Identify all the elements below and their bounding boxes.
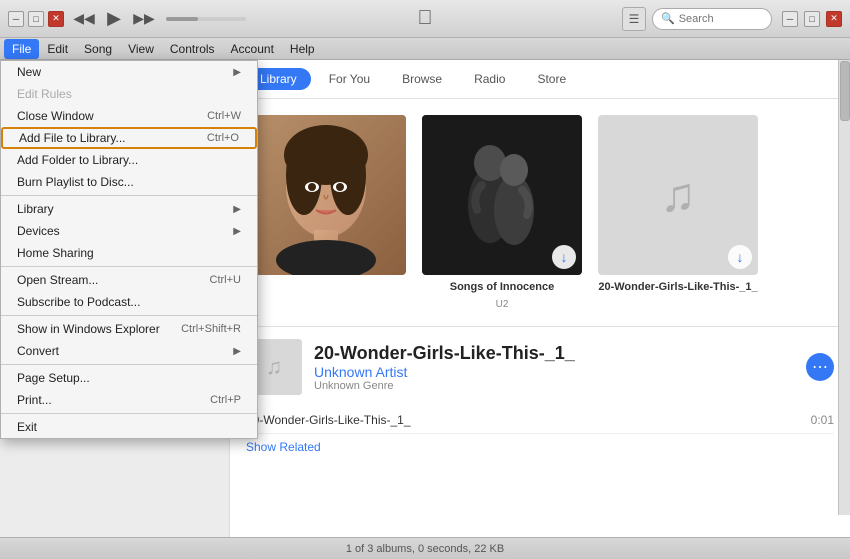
menu-close-window[interactable]: Close Window Ctrl+W — [1, 105, 257, 127]
album-art-u2: ↓ — [422, 115, 582, 275]
forward-button[interactable]: ▶▶ — [132, 7, 156, 31]
now-playing-music-icon: ♫ — [266, 354, 283, 380]
menu-print[interactable]: Print... Ctrl+P — [1, 389, 257, 411]
menu-open-stream[interactable]: Open Stream... Ctrl+U — [1, 269, 257, 291]
menu-add-folder[interactable]: Add Folder to Library... — [1, 149, 257, 171]
now-playing-section: ♫ 20-Wonder-Girls-Like-This-_1_ Unknown … — [230, 326, 850, 407]
now-playing-genre: Unknown Genre — [314, 380, 794, 392]
search-icon: 🔍 — [661, 12, 675, 25]
menu-edit[interactable]: Edit — [39, 39, 76, 59]
win-maximize-button[interactable]: □ — [804, 11, 820, 27]
status-bar: 1 of 3 albums, 0 seconds, 22 KB — [0, 537, 850, 559]
file-dropdown-menu: New ▶ Edit Rules Close Window Ctrl+W Add… — [0, 60, 258, 439]
now-playing-title: 20-Wonder-Girls-Like-This-_1_ — [314, 343, 794, 364]
menu-edit-rules: Edit Rules — [1, 83, 257, 105]
tab-store[interactable]: Store — [523, 68, 580, 90]
maximize-button[interactable]: □ — [28, 11, 44, 27]
title-bar: ─ □ ✕ ◀◀ ▶ ▶▶  ☰ 🔍 ─ □ ✕ — [0, 0, 850, 38]
arrow-right-icon: ▶ — [233, 67, 241, 78]
playback-controls: ◀◀ ▶ ▶▶ — [72, 7, 250, 31]
separator-3 — [1, 315, 257, 316]
menu-file[interactable]: File — [4, 39, 39, 59]
menu-view[interactable]: View — [120, 39, 162, 59]
more-options-button[interactable]: ⋯ — [806, 353, 834, 381]
menu-page-setup[interactable]: Page Setup... — [1, 367, 257, 389]
album-card-wonder[interactable]: ♫ ↓ 20-Wonder-Girls-Like-This-_1_ — [598, 115, 758, 310]
now-playing-info: 20-Wonder-Girls-Like-This-_1_ Unknown Ar… — [314, 343, 794, 392]
menu-song[interactable]: Song — [76, 39, 120, 59]
window-controls: ─ □ ✕ — [8, 11, 64, 27]
tab-browse[interactable]: Browse — [388, 68, 456, 90]
status-text: 1 of 3 albums, 0 seconds, 22 KB — [346, 543, 504, 555]
rewind-button[interactable]: ◀◀ — [72, 7, 96, 31]
menu-account[interactable]: Account — [223, 39, 282, 59]
separator-2 — [1, 266, 257, 267]
menu-show-explorer[interactable]: Show in Windows Explorer Ctrl+Shift+R — [1, 318, 257, 340]
album-art-wonder: ♫ ↓ — [598, 115, 758, 275]
separator-4 — [1, 364, 257, 365]
arrow-right-icon-2: ▶ — [233, 204, 241, 215]
menu-add-file[interactable]: Add File to Library... Ctrl+O — [1, 127, 257, 149]
wonder-download-button[interactable]: ↓ — [728, 245, 752, 269]
nav-tabs: Library For You Browse Radio Store — [230, 60, 850, 99]
song-row[interactable]: 20-Wonder-Girls-Like-This-_1_ 0:01 — [246, 407, 834, 434]
song-duration: 0:01 — [811, 413, 834, 427]
adele-face-svg — [246, 115, 406, 275]
song-list: 20-Wonder-Girls-Like-This-_1_ 0:01 — [230, 407, 850, 434]
content-area: Library For You Browse Radio Store — [230, 60, 850, 537]
menu-exit[interactable]: Exit — [1, 416, 257, 438]
menu-convert[interactable]: Convert ▶ — [1, 340, 257, 362]
scrollbar-thumb[interactable] — [840, 61, 850, 121]
menu-devices[interactable]: Devices ▶ — [1, 220, 257, 242]
menu-home-sharing[interactable]: Home Sharing — [1, 242, 257, 264]
arrow-right-icon-4: ▶ — [233, 346, 241, 357]
menu-bar: File Edit Song View Controls Account Hel… — [0, 38, 850, 60]
separator-5 — [1, 413, 257, 414]
search-bar[interactable]: 🔍 — [652, 8, 772, 30]
wonder-album-title: 20-Wonder-Girls-Like-This-_1_ — [598, 281, 757, 293]
album-grid: ↓ Songs of Innocence U2 ♫ ↓ 20-Wonder-Gi… — [230, 99, 850, 326]
album-card-u2[interactable]: ↓ Songs of Innocence U2 — [422, 115, 582, 310]
album-card-adele[interactable] — [246, 115, 406, 310]
menu-burn-playlist[interactable]: Burn Playlist to Disc... — [1, 171, 257, 193]
separator-1 — [1, 195, 257, 196]
win-restore-button[interactable]: ─ — [782, 11, 798, 27]
u2-download-button[interactable]: ↓ — [552, 245, 576, 269]
progress-bar[interactable] — [166, 17, 246, 21]
menu-new[interactable]: New ▶ — [1, 61, 257, 83]
play-button[interactable]: ▶ — [102, 7, 126, 31]
song-name: 20-Wonder-Girls-Like-This-_1_ — [246, 413, 411, 427]
now-playing-artist[interactable]: Unknown Artist — [314, 364, 794, 380]
tab-for-you[interactable]: For You — [315, 68, 384, 90]
menu-controls[interactable]: Controls — [162, 39, 223, 59]
arrow-right-icon-3: ▶ — [233, 226, 241, 237]
menu-subscribe-podcast[interactable]: Subscribe to Podcast... — [1, 291, 257, 313]
tab-radio[interactable]: Radio — [460, 68, 519, 90]
menu-library[interactable]: Library ▶ — [1, 198, 257, 220]
menu-help[interactable]: Help — [282, 39, 323, 59]
right-scrollbar[interactable] — [838, 60, 850, 515]
show-related-link[interactable]: Show Related — [230, 434, 850, 460]
apple-logo:  — [418, 7, 433, 30]
win-close-button[interactable]: ✕ — [826, 11, 842, 27]
search-input[interactable] — [679, 13, 759, 25]
music-note-icon: ♫ — [660, 168, 696, 223]
grid-view-button[interactable]: ☰ — [622, 7, 646, 31]
close-button[interactable]: ✕ — [48, 11, 64, 27]
u2-album-title: Songs of Innocence — [450, 281, 555, 293]
album-art-adele — [246, 115, 406, 275]
u2-album-artist: U2 — [496, 299, 509, 310]
title-bar-right: ☰ 🔍 ─ □ ✕ — [622, 7, 842, 31]
minimize-button[interactable]: ─ — [8, 11, 24, 27]
